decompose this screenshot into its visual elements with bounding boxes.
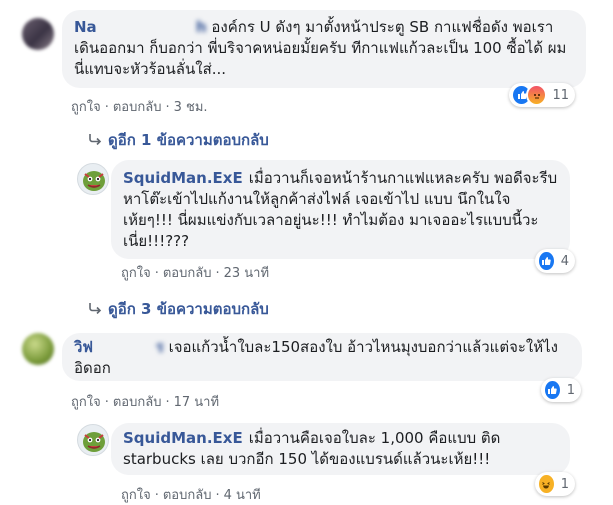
- comment-bubble: SquidMan.ExE เมื่อวานคือเจอใบละ 1,000 คือ…: [111, 423, 570, 475]
- separator: ·: [104, 100, 109, 115]
- comment-bubble: SquidMan.ExE เมื่อวานก็เจอหน้าร้านกาแฟแหล…: [111, 160, 570, 259]
- comment-bubble: Na h องค์กร U ดังๆ มาตั้งหน้าประตู SB กา…: [62, 10, 586, 88]
- reply-link[interactable]: ตอบกลับ: [163, 262, 212, 283]
- separator: ·: [215, 488, 220, 503]
- comment-author[interactable]: Na: [74, 18, 97, 36]
- angry-reaction-icon: [526, 84, 548, 106]
- reactions-summary[interactable]: 4: [535, 249, 575, 273]
- reactions-count: 4: [560, 253, 569, 269]
- like-reaction-icon: [543, 379, 562, 401]
- view-replies-link[interactable]: ดูอีก 3 ข้อความตอบกลับ: [88, 297, 269, 321]
- like-link[interactable]: ถูกใจ: [121, 484, 151, 505]
- separator: ·: [154, 488, 159, 503]
- view-replies-text[interactable]: ดูอีก 1 ข้อความตอบกลับ: [108, 131, 269, 149]
- comment-actions: ถูกใจ · ตอบกลับ · 23 นาที: [121, 262, 269, 283]
- avatar[interactable]: [77, 424, 109, 456]
- like-reaction-icon: [537, 250, 556, 272]
- separator: ·: [104, 395, 109, 410]
- reply-link[interactable]: ตอบกลับ: [163, 484, 212, 505]
- view-replies-text[interactable]: ดูอีก 3 ข้อความตอบกลับ: [108, 300, 269, 318]
- comment-author[interactable]: วิฟ: [74, 338, 93, 356]
- reactions-summary[interactable]: 1: [541, 378, 581, 402]
- separator: ·: [215, 266, 220, 281]
- reply-arrow-icon: [88, 300, 102, 318]
- avatar[interactable]: [22, 333, 54, 365]
- reactions-count: 1: [560, 476, 569, 492]
- comment-bubble: วิฟ ร เจอแก้วน้ำใบละ150สองใบ อ้าวไหนมุงบ…: [62, 333, 582, 381]
- reactions-count: 1: [566, 382, 575, 398]
- comment-author-blurred: ร: [93, 338, 164, 356]
- like-link[interactable]: ถูกใจ: [71, 96, 101, 117]
- comment-time[interactable]: 17 นาที: [174, 391, 219, 412]
- reply-link[interactable]: ตอบกลับ: [113, 96, 162, 117]
- comment-actions: ถูกใจ · ตอบกลับ · 4 นาที: [121, 484, 261, 505]
- separator: ·: [165, 395, 170, 410]
- reactions-summary[interactable]: 11: [509, 83, 575, 107]
- comment-author-blurred: h: [96, 18, 207, 36]
- comment-author[interactable]: SquidMan.ExE: [123, 169, 243, 187]
- view-replies-link[interactable]: ดูอีก 1 ข้อความตอบกลับ: [88, 128, 269, 152]
- comment-actions: ถูกใจ · ตอบกลับ · 3 ชม.: [71, 96, 208, 117]
- comment-time[interactable]: 4 นาที: [224, 484, 261, 505]
- separator: ·: [165, 100, 170, 115]
- haha-reaction-icon: [537, 473, 556, 495]
- avatar[interactable]: [22, 18, 54, 50]
- reply-arrow-icon: [88, 131, 102, 149]
- reactions-count: 11: [552, 87, 569, 103]
- comment-actions: ถูกใจ · ตอบกลับ · 17 นาที: [71, 391, 219, 412]
- like-link[interactable]: ถูกใจ: [71, 391, 101, 412]
- comment-author[interactable]: SquidMan.ExE: [123, 429, 243, 447]
- avatar[interactable]: [77, 163, 109, 195]
- separator: ·: [154, 266, 159, 281]
- reactions-summary[interactable]: 1: [535, 472, 575, 496]
- reply-link[interactable]: ตอบกลับ: [113, 391, 162, 412]
- comment-time[interactable]: 23 นาที: [224, 262, 269, 283]
- comment-time[interactable]: 3 ชม.: [174, 96, 208, 117]
- like-link[interactable]: ถูกใจ: [121, 262, 151, 283]
